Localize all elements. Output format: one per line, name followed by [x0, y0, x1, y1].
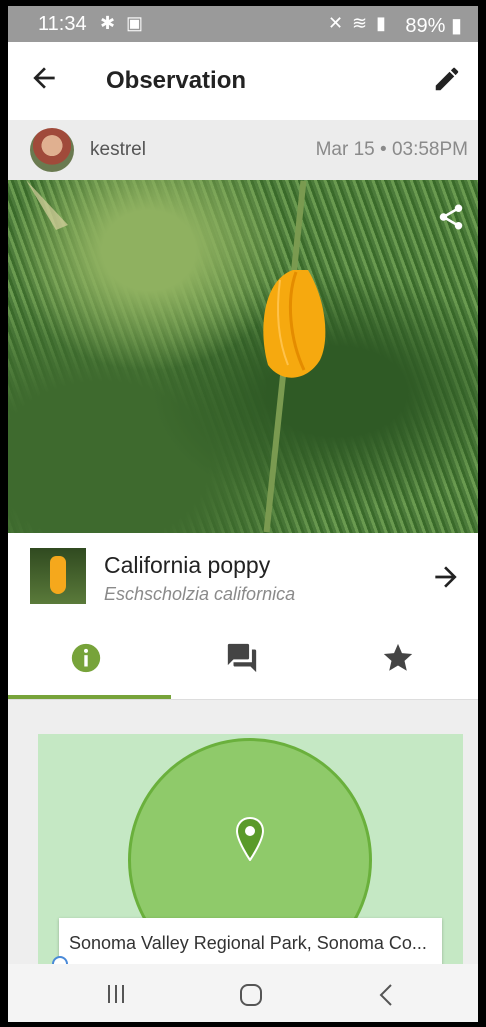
star-icon	[383, 643, 413, 671]
tab-info[interactable]	[8, 619, 164, 699]
active-tab-indicator	[8, 695, 171, 699]
app-bar: Observation	[8, 42, 478, 120]
taxon-thumbnail[interactable]	[30, 548, 86, 604]
observation-date: Mar 15 • 03:58PM	[315, 139, 468, 160]
back-arrow-icon[interactable]	[28, 62, 60, 94]
arrow-right-icon[interactable]	[430, 561, 462, 593]
location-label-card[interactable]: Sonoma Valley Regional Park, Sonoma Co..…	[59, 918, 442, 968]
info-icon	[71, 643, 101, 673]
wifi-icon: ≋	[352, 13, 368, 33]
poppy-flower	[26, 180, 326, 378]
chat-icon	[227, 643, 257, 673]
observation-photo[interactable]	[8, 180, 478, 533]
taxon-common-name[interactable]: California poppy	[104, 552, 270, 579]
image-icon: ▣	[126, 13, 144, 33]
battery-level: 89% ▮	[405, 15, 462, 37]
pencil-icon[interactable]	[432, 64, 462, 94]
system-nav-bar	[8, 964, 478, 1022]
home-icon[interactable]	[238, 983, 264, 1007]
share-icon[interactable]	[436, 200, 466, 234]
status-bar: 11:34 ✱ ▣ ✕ ≋ ▮ 89% ▮	[8, 6, 478, 42]
bug-icon: ✱	[100, 13, 116, 33]
observer-row[interactable]: kestrel Mar 15 • 03:58PM	[8, 120, 478, 180]
tab-favorites[interactable]	[320, 619, 476, 699]
tab-comments[interactable]	[164, 619, 320, 699]
back-nav-icon[interactable]	[378, 983, 394, 1007]
status-time: 11:34	[38, 13, 87, 35]
map-pin-icon[interactable]	[236, 817, 264, 861]
signal-icon: ▮	[376, 13, 386, 33]
taxon-row[interactable]: California poppy Eschscholzia californic…	[8, 533, 478, 620]
page-title: Observation	[106, 67, 247, 94]
mute-icon: ✕	[328, 13, 344, 33]
screen: 11:34 ✱ ▣ ✕ ≋ ▮ 89% ▮ Observation kestre…	[8, 6, 478, 1022]
avatar[interactable]	[30, 128, 74, 172]
location-name: Sonoma Valley Regional Park, Sonoma Co..…	[69, 933, 427, 953]
recent-apps-icon[interactable]	[106, 983, 126, 1005]
detail-tabs	[8, 619, 478, 700]
taxon-scientific-name[interactable]: Eschscholzia californica	[104, 584, 295, 605]
username[interactable]: kestrel	[90, 139, 146, 161]
